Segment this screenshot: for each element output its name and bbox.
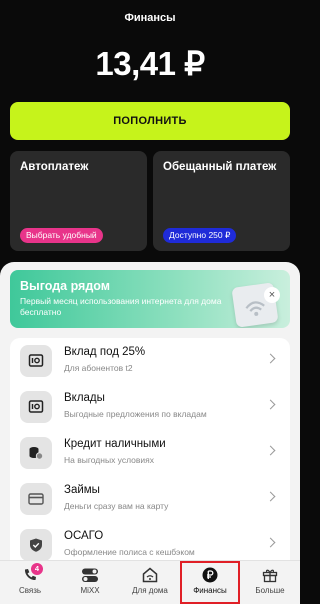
home-wifi-icon — [141, 567, 159, 583]
card-icon — [20, 483, 52, 515]
list-item-title: Вклады — [64, 392, 105, 404]
nav-item-label: MiXX — [80, 586, 100, 595]
list-item-subtitle: Выгодные предложения по вкладам — [64, 409, 207, 419]
notification-badge: 4 — [31, 563, 43, 575]
services-sheet: Выгода рядом Первый месяц использования … — [0, 262, 300, 604]
autopay-pill[interactable]: Выбрать удобный — [20, 228, 103, 243]
chevron-right-icon — [265, 399, 276, 410]
nav-item-connection[interactable]: 4 Связь — [0, 561, 60, 604]
list-item[interactable]: Вклады Выгодные предложения по вкладам — [10, 384, 290, 430]
gift-icon — [261, 567, 279, 583]
chevron-right-icon — [265, 491, 276, 502]
list-item-title: Кредит наличными — [64, 438, 166, 450]
safe-icon — [20, 345, 52, 377]
nav-item-mixx[interactable]: MiXX — [60, 561, 120, 604]
promo-banner[interactable]: Выгода рядом Первый месяц использования … — [10, 270, 290, 328]
chevron-right-icon — [265, 537, 276, 548]
chevron-right-icon — [265, 353, 276, 364]
nav-item-finance[interactable]: Финансы — [180, 561, 240, 604]
list-item-subtitle: На выгодных условиях — [64, 455, 154, 465]
list-item[interactable]: Займы Деньги сразу вам на карту — [10, 476, 290, 522]
nav-item-label: Связь — [18, 586, 42, 595]
shield-icon — [20, 529, 52, 561]
promised-payment-pill[interactable]: Доступно 250 ₽ — [163, 228, 237, 243]
nav-item-label: Больше — [255, 586, 285, 595]
list-item[interactable]: Вклад под 25% Для абонентов t2 — [10, 338, 290, 384]
close-icon[interactable]: × — [264, 287, 280, 303]
list-item-title: ОСАГО — [64, 530, 104, 542]
chevron-right-icon — [265, 445, 276, 456]
page-title: Финансы — [124, 12, 176, 24]
nav-item-label: Финансы — [193, 586, 227, 595]
services-list: Вклад под 25% Для абонентов t2 Вклады Вы… — [10, 338, 290, 573]
promo-subtitle: Первый месяц использования интернета для… — [20, 296, 222, 317]
list-item-subtitle: Для абонентов t2 — [64, 363, 133, 373]
coins-icon — [20, 437, 52, 469]
promised-payment-card-title: Обещанный платеж — [163, 161, 277, 173]
toggle-icon — [81, 567, 99, 583]
bottom-nav: 4 Связь MiXX Для дома Финансы Больше — [0, 560, 300, 604]
list-item[interactable]: Кредит наличными На выгодных условиях — [10, 430, 290, 476]
list-item-title: Займы — [64, 484, 100, 496]
nav-item-more[interactable]: Больше — [240, 561, 300, 604]
nav-item-label: Для дома — [132, 586, 168, 595]
autopay-card-title: Автоплатеж — [20, 161, 89, 173]
list-item-subtitle: Оформление полиса с кешбэком — [64, 547, 195, 557]
ruble-icon — [201, 567, 219, 583]
topup-button[interactable]: ПОПОЛНИТЬ — [10, 102, 290, 140]
nav-item-home[interactable]: Для дома — [120, 561, 180, 604]
safe-icon — [20, 391, 52, 423]
promised-payment-card[interactable]: Обещанный платеж Доступно 250 ₽ — [153, 151, 290, 251]
list-item-title: Вклад под 25% — [64, 346, 146, 358]
phone-icon: 4 — [21, 563, 43, 583]
autopay-card[interactable]: Автоплатеж Выбрать удобный — [10, 151, 147, 251]
balance-amount: 13,41 ₽ — [95, 45, 205, 82]
list-item-subtitle: Деньги сразу вам на карту — [64, 501, 169, 511]
